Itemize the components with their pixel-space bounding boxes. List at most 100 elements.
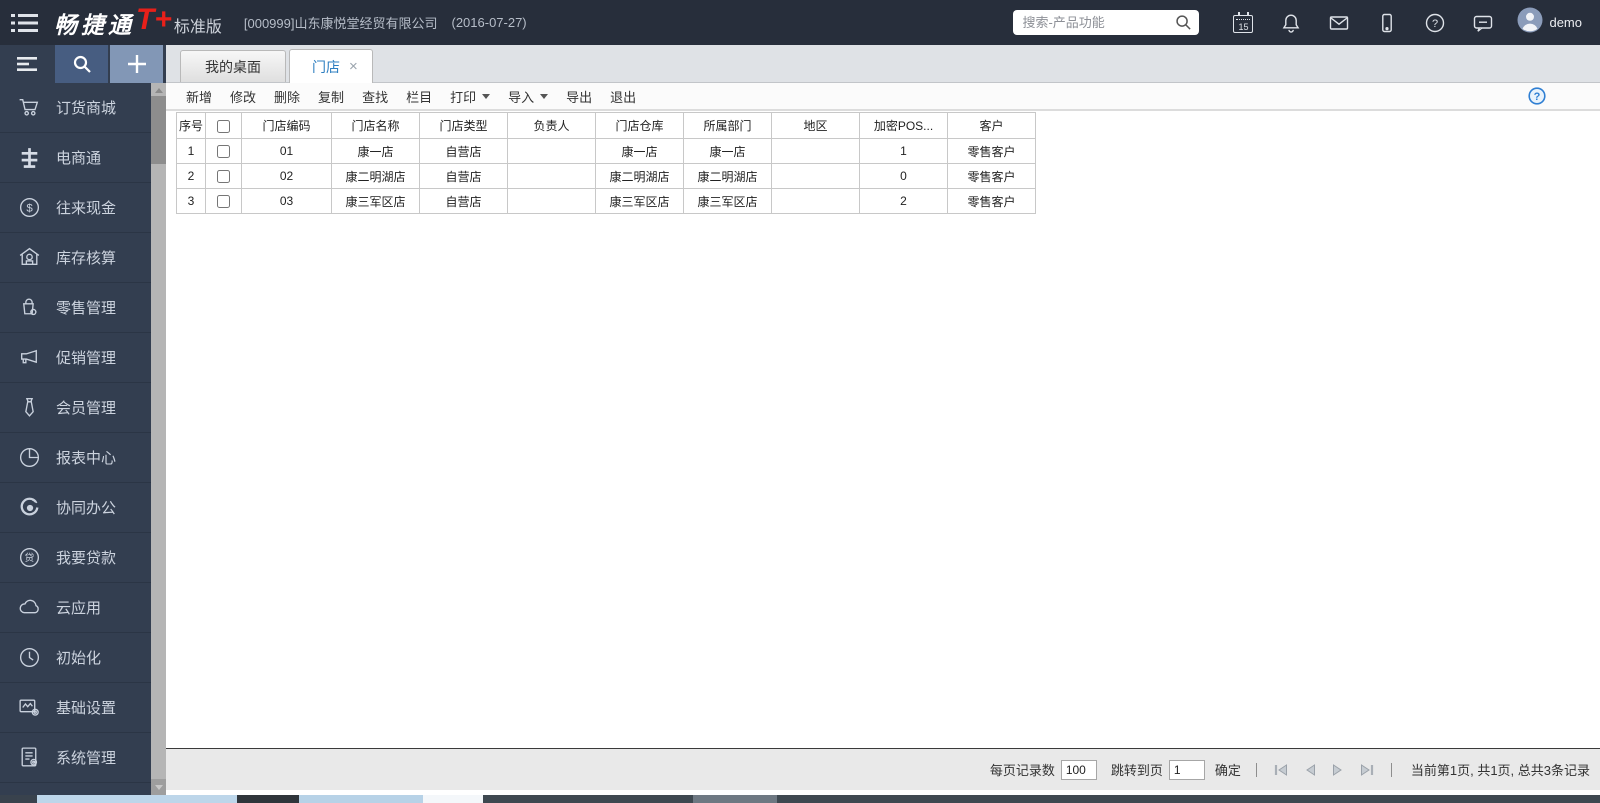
taskbar-segment[interactable] [37,795,237,803]
table-cell: 康一店 [684,139,772,164]
mail-icon[interactable] [1327,10,1351,36]
sidebar-item-cloud-apps[interactable]: 云应用 [0,583,151,633]
column-header-label: 门店名称 [352,119,400,133]
taskbar-segment[interactable] [237,795,299,803]
help-icon[interactable]: ? [1423,10,1447,36]
sidebar-add-icon[interactable] [110,45,163,83]
row-checkbox[interactable] [217,195,230,208]
goto-page-input[interactable] [1169,760,1205,780]
toolbar-button-add[interactable]: 新增 [186,87,212,106]
search-icon[interactable] [1175,14,1192,31]
sidebar-item-label: 库存核算 [56,247,116,268]
per-page-input[interactable] [1061,760,1097,780]
toolbar-button-find[interactable]: 查找 [362,87,388,106]
app-menu-icon[interactable] [0,0,48,45]
next-page-icon[interactable] [1330,763,1346,777]
separator [1256,763,1257,777]
row-checkbox[interactable] [217,145,230,158]
taskbar-segment[interactable] [693,795,777,803]
table-row[interactable]: 202康二明湖店自营店康二明湖店康二明湖店0零售客户 [177,164,1036,189]
row-checkbox[interactable] [217,170,230,183]
select-all-checkbox[interactable] [217,120,230,133]
sidebar-item-initialization[interactable]: 初始化 [0,633,151,683]
cart-icon [13,92,45,124]
first-page-icon[interactable] [1272,763,1290,777]
scrollbar-down-icon[interactable] [151,779,166,795]
toolbar-button-print[interactable]: 打印 [450,87,490,106]
taskbar-segment[interactable] [483,795,693,803]
sidebar-item-label: 系统管理 [56,747,116,768]
cell-value: 0 [900,169,907,183]
chart-gear-icon [13,692,45,724]
table-cell: 03 [242,189,332,214]
grid-help-icon[interactable]: ? [1528,87,1546,105]
username-label[interactable]: demo [1549,15,1582,30]
tab-label: 我的桌面 [205,57,261,77]
mobile-icon[interactable] [1375,10,1399,36]
toolbar-button-exit[interactable]: 退出 [610,87,636,106]
feedback-chat-icon[interactable] [1471,10,1495,36]
top-header-bar: 畅捷通 T+ 标准版 [000999]山东康悦堂经贸有限公司 (2016-07-… [0,0,1600,45]
app-logo: 畅捷通 [54,6,135,40]
table-cell: 康二明湖店 [684,164,772,189]
sidebar-item-retail[interactable]: 零售管理 [0,283,151,333]
taskbar-segment[interactable] [299,795,423,803]
sidebar-item-collaboration[interactable]: 协同办公 [0,483,151,533]
table-cell: 零售客户 [948,189,1036,214]
chevron-down-icon [540,94,548,99]
avatar[interactable] [1517,7,1543,38]
cell-value: 2 [900,194,907,208]
toolbar-button-export[interactable]: 导出 [566,87,592,106]
taskbar-segment[interactable] [423,795,483,803]
tab-close-icon[interactable]: × [349,59,358,74]
toolbar-button-edit[interactable]: 修改 [230,87,256,106]
sidebar-item-inventory[interactable]: 库存核算 [0,233,151,283]
table-cell: 康二明湖店 [596,164,684,189]
sidebar-item-loan[interactable]: 贷我要贷款 [0,533,151,583]
prev-page-icon[interactable] [1302,763,1318,777]
row-checkbox-cell [206,139,242,164]
sidebar-collapse-icon[interactable] [0,45,53,83]
sidebar-menu: 订货商城电商通$往来现金库存核算零售管理促销管理会员管理报表中心协同办公贷我要贷… [0,83,151,795]
column-header: 门店名称 [332,113,420,139]
table-row[interactable]: 101康一店自营店康一店康一店1零售客户 [177,139,1036,164]
sidebar-scrollbar[interactable] [151,83,166,795]
table-cell: 康三军区店 [596,189,684,214]
last-page-icon[interactable] [1358,763,1376,777]
search-input[interactable] [1020,14,1175,31]
sidebar-item-label: 报表中心 [56,447,116,468]
taskbar-segment[interactable] [777,795,1600,803]
cell-value: 康三军区店 [610,195,670,209]
row-checkbox-cell [206,189,242,214]
cell-value: 1 [900,144,907,158]
clock-icon [13,642,45,674]
sidebar-search-icon[interactable] [55,45,108,83]
scrollbar-thumb[interactable] [151,96,166,164]
global-search-box[interactable] [1013,10,1199,35]
toolbar-button-delete[interactable]: 删除 [274,87,300,106]
toolbar-button-label: 修改 [230,87,256,106]
pie-chart-icon [13,442,45,474]
sidebar-item-report[interactable]: 报表中心 [0,433,151,483]
company-name: [000999]山东康悦堂经贸有限公司 [244,13,438,32]
notification-bell-icon[interactable] [1279,10,1303,36]
sidebar-item-promotion[interactable]: 促销管理 [0,333,151,383]
column-header: 负责人 [508,113,596,139]
sidebar-item-order-mall[interactable]: 订货商城 [0,83,151,133]
tab-my-desktop[interactable]: 我的桌面 [180,50,286,82]
sidebar-item-member[interactable]: 会员管理 [0,383,151,433]
scrollbar-up-icon[interactable] [151,83,166,97]
toolbar-button-label: 复制 [318,87,344,106]
toolbar-button-copy[interactable]: 复制 [318,87,344,106]
sidebar-item-system[interactable]: 系统管理 [0,733,151,783]
sidebar-item-basic-settings[interactable]: 基础设置 [0,683,151,733]
taskbar-segment[interactable] [0,795,37,803]
tab-store[interactable]: 门店× [289,49,373,83]
calendar-icon[interactable]: 15 [1231,10,1255,36]
sidebar-item-ecommerce[interactable]: 电商通 [0,133,151,183]
confirm-button[interactable]: 确定 [1215,760,1241,779]
toolbar-button-import[interactable]: 导入 [508,87,548,106]
table-row[interactable]: 303康三军区店自营店康三军区店康三军区店2零售客户 [177,189,1036,214]
toolbar-button-columns[interactable]: 栏目 [406,87,432,106]
sidebar-item-cash[interactable]: $往来现金 [0,183,151,233]
